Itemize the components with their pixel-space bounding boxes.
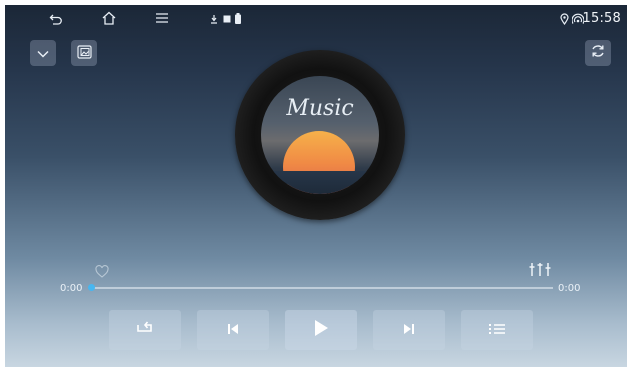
progress-bar[interactable] [91, 287, 553, 289]
previous-button[interactable] [197, 310, 269, 350]
album-art-title: Music [286, 96, 354, 121]
playlist-button[interactable] [461, 310, 533, 350]
collapse-button[interactable] [30, 40, 56, 66]
total-time: 0:00 [558, 283, 581, 294]
playlist-icon [488, 321, 506, 340]
repeat-button[interactable] [109, 310, 181, 350]
next-icon [402, 321, 416, 340]
next-button[interactable] [373, 310, 445, 350]
refresh-icon [590, 43, 606, 63]
progress-thumb[interactable] [88, 284, 95, 291]
play-button[interactable] [285, 310, 357, 350]
album-art-label: Music [261, 76, 379, 194]
play-icon [312, 318, 330, 342]
heart-outline-icon[interactable] [95, 263, 109, 282]
previous-icon [226, 321, 240, 340]
battery-icon [235, 13, 241, 24]
chevron-down-icon [36, 44, 50, 63]
gallery-icon [76, 44, 92, 63]
download-icon [210, 14, 218, 24]
refresh-button[interactable] [585, 40, 611, 66]
clock: 15:58 [582, 11, 621, 26]
home-icon[interactable] [101, 10, 117, 26]
equalizer-icon[interactable] [529, 261, 551, 281]
repeat-icon [134, 320, 156, 340]
location-icon [560, 13, 569, 25]
music-player-screen: 15:58 Music 0:00 0:00 [5, 5, 627, 367]
back-icon[interactable] [49, 12, 63, 26]
image-icon [223, 15, 231, 23]
menu-icon[interactable] [155, 12, 169, 24]
album-art-disc: Music [235, 50, 405, 220]
sea-image [261, 171, 379, 194]
gallery-button[interactable] [71, 40, 97, 66]
current-time: 0:00 [60, 283, 83, 294]
